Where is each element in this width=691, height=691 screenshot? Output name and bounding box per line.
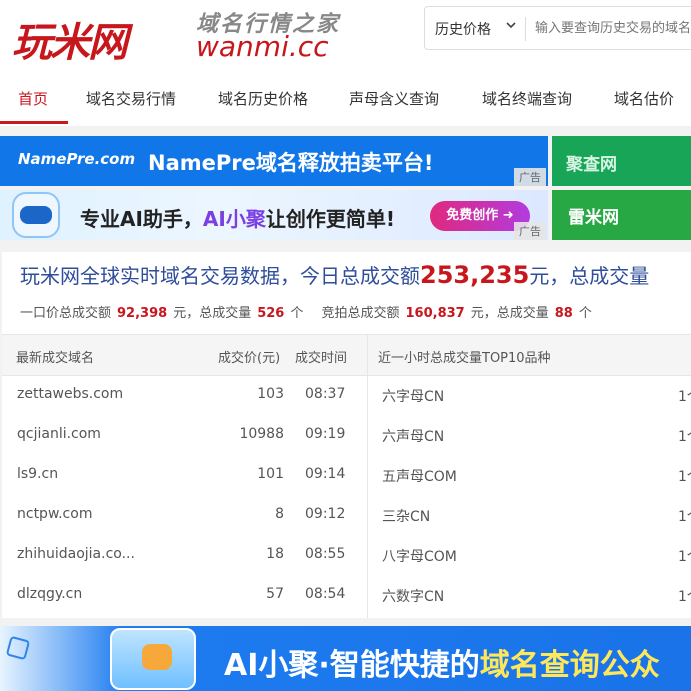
header-top10: 近一小时总成交量TOP10品种 [378, 351, 551, 366]
price-cell: 101 [257, 466, 284, 482]
trading-stats-panel: 玩米网全球实时域名交易数据，今日总成交额253,235元，总成交量 一口价总成交… [2, 252, 691, 618]
search-input[interactable] [525, 8, 691, 48]
nav-domain-terminal[interactable]: 域名终端查询 [482, 88, 572, 109]
count-cell: 1个 [678, 549, 691, 565]
domain-link[interactable]: dlzqgy.cn [17, 586, 82, 602]
site-logo[interactable]: 玩米网 域名行情之家 wanmi.cc [10, 4, 350, 66]
cube-icon [5, 635, 31, 661]
logo-cn: 玩米网 [12, 20, 128, 66]
leimi-ad-banner[interactable]: 雷米网 [552, 190, 691, 240]
table-row: qcjianli.com 10988 09:19 六声母CN 1个 [2, 416, 691, 456]
nav-home[interactable]: 首页 [18, 88, 48, 109]
table-header: 最新成交域名 成交价(元) 成交时间 近一小时总成交量TOP10品种 [2, 334, 691, 376]
phone-mascot-icon [110, 628, 196, 690]
ai-search-bottom-banner[interactable]: AI小聚·智能快捷的域名查询公众 [0, 626, 691, 691]
time-cell: 08:54 [305, 586, 346, 602]
time-cell: 09:19 [305, 426, 346, 442]
header-domain: 最新成交域名 [16, 351, 95, 366]
time-cell: 08:55 [305, 546, 346, 562]
juchawang-logo: 聚查网 [566, 155, 617, 175]
ai-assistant-ad-banner[interactable]: 专业AI助手，AI小聚让创作更简单! 免费创作 ➜ 广告 [0, 190, 548, 240]
domain-link[interactable]: zettawebs.com [17, 386, 123, 402]
search-box: 历史价格 [424, 6, 691, 50]
category-link[interactable]: 五声母COM [382, 466, 457, 486]
table-row: ls9.cn 101 09:14 五声母COM 1个 [2, 456, 691, 496]
juchawang-ad-banner[interactable]: 聚查网 [552, 136, 691, 186]
price-cell: 103 [257, 386, 284, 402]
time-cell: 08:37 [305, 386, 346, 402]
count-cell: 1个 [678, 469, 691, 485]
search-type-select[interactable]: 历史价格 [435, 19, 491, 39]
time-cell: 09:14 [305, 466, 346, 482]
price-cell: 18 [266, 546, 284, 562]
namepre-logo: NamePre.com [18, 150, 136, 168]
namepre-ad-banner[interactable]: NamePre.com NamePre域名释放拍卖平台! 广告 [0, 136, 548, 186]
nav-initials-meaning[interactable]: 声母含义查询 [349, 88, 439, 109]
robot-mascot-icon [12, 192, 60, 238]
price-cell: 57 [266, 586, 284, 602]
nav-trading-market[interactable]: 域名交易行情 [86, 88, 176, 109]
category-link[interactable]: 六声母CN [382, 426, 444, 446]
ad-label: 广告 [514, 222, 546, 240]
header-price: 成交价(元) [218, 351, 281, 366]
nav-active-indicator [0, 121, 68, 124]
stats-title: 玩米网全球实时域名交易数据，今日总成交额253,235元，总成交量 [20, 261, 650, 289]
auction-qty: 88 [554, 306, 573, 321]
stats-breakdown: 一口价总成交额 92,398 元，总成交量 526 个 竞拍总成交额 160,837 元，总… [20, 306, 592, 321]
table-row: dlzqgy.cn 57 08:54 六数字CN 1个 [2, 576, 691, 616]
price-cell: 10988 [239, 426, 284, 442]
leimi-logo: 雷米网 [568, 208, 619, 228]
logo-domain: wanmi.cc [196, 30, 329, 63]
namepre-ad-title: NamePre域名释放拍卖平台! [148, 151, 434, 175]
time-cell: 09:12 [305, 506, 346, 522]
main-nav: 首页 域名交易行情 域名历史价格 声母含义查询 域名终端查询 域名估价 [0, 80, 691, 124]
site-header: 玩米网 域名行情之家 wanmi.cc 历史价格 首页 域名交易行情 域名历史价… [0, 0, 691, 126]
table-row: zhihuidaojia.co... 18 08:55 八字母COM 1个 [2, 536, 691, 576]
domain-link[interactable]: ls9.cn [17, 466, 58, 482]
total-amount: 253,235 [420, 261, 530, 289]
domain-link[interactable]: zhihuidaojia.co... [17, 546, 135, 562]
category-link[interactable]: 三杂CN [382, 506, 430, 526]
fixed-price-qty: 526 [257, 306, 285, 321]
fixed-price-amount: 92,398 [117, 306, 168, 321]
bottom-banner-text: AI小聚·智能快捷的域名查询公众 [224, 648, 660, 683]
chevron-down-icon[interactable] [505, 19, 517, 34]
table-row: zettawebs.com 103 08:37 六字母CN 1个 [2, 376, 691, 416]
count-cell: 1个 [678, 429, 691, 445]
header-time: 成交时间 [295, 351, 348, 366]
domain-link[interactable]: qcjianli.com [17, 426, 101, 442]
auction-amount: 160,837 [405, 306, 465, 321]
category-link[interactable]: 六字母CN [382, 386, 444, 406]
count-cell: 1个 [678, 509, 691, 525]
ai-ad-title: 专业AI助手，AI小聚让创作更简单! [80, 207, 395, 231]
category-link[interactable]: 八字母COM [382, 546, 457, 566]
count-cell: 1个 [678, 389, 691, 405]
nav-domain-valuation[interactable]: 域名估价 [614, 88, 674, 109]
ad-label: 广告 [514, 168, 546, 186]
price-cell: 8 [275, 506, 284, 522]
nav-price-history[interactable]: 域名历史价格 [218, 88, 308, 109]
category-link[interactable]: 六数字CN [382, 586, 444, 606]
count-cell: 1个 [678, 589, 691, 605]
domain-link[interactable]: nctpw.com [17, 506, 92, 522]
table-row: nctpw.com 8 09:12 三杂CN 1个 [2, 496, 691, 536]
